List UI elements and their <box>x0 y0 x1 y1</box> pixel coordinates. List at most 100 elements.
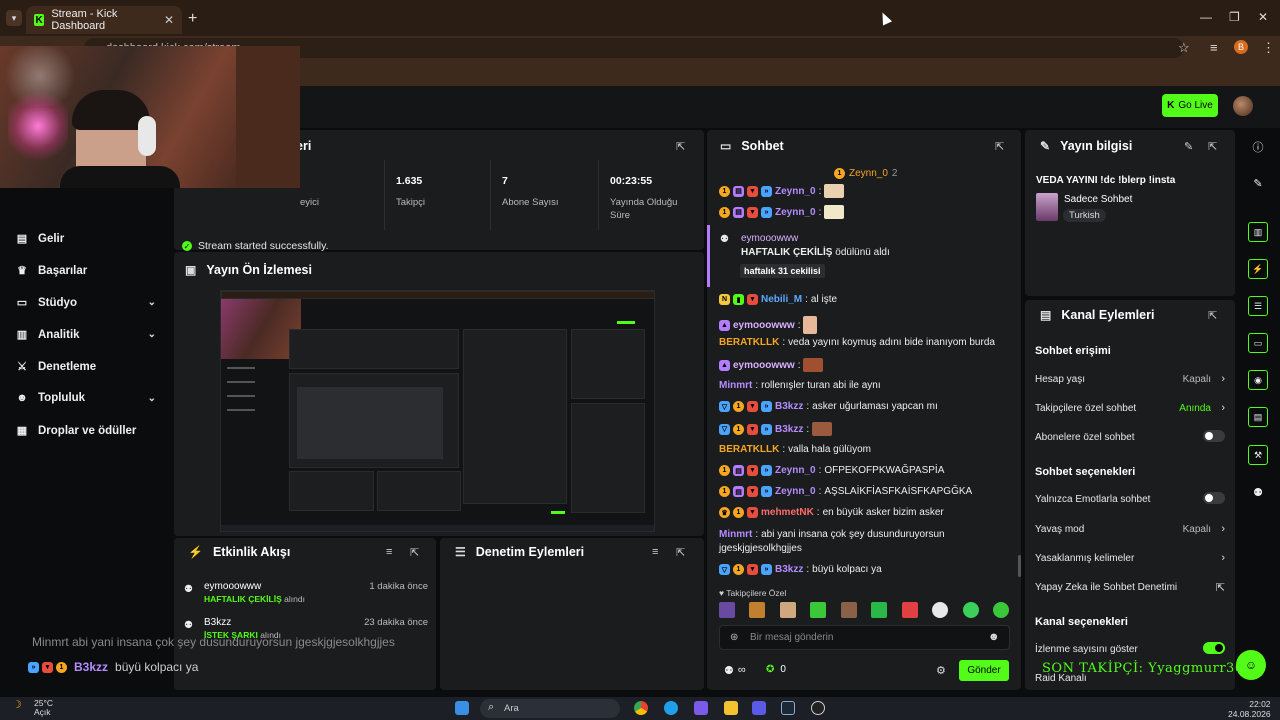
nav-item-community[interactable]: ☻ Topluluk ⌄ <box>16 392 156 404</box>
setting-followers-chat[interactable]: Takipçilere özel sohbet Anında › <box>1035 402 1225 414</box>
chat-username[interactable]: eymooowww <box>733 360 795 371</box>
popout-icon[interactable]: ⇱ <box>1208 309 1217 322</box>
emote-icon[interactable] <box>901 602 918 618</box>
teams-icon[interactable] <box>752 701 766 715</box>
nav-item-analytics[interactable]: ▥ Analitik ⌄ <box>16 328 156 342</box>
chat-input[interactable]: Bir mesaj gönderin <box>719 625 1010 650</box>
media-icon[interactable]: ≡ <box>1210 40 1218 55</box>
user-avatar[interactable] <box>1233 96 1253 116</box>
chat-username[interactable]: eymooowww <box>733 320 795 331</box>
nav-item-revenue[interactable]: ▤ Gelir <box>16 232 156 246</box>
minimize-icon[interactable]: — <box>1200 10 1212 24</box>
chat-username[interactable]: BERATKLLK <box>719 444 779 455</box>
stream-category[interactable]: Sadece Sohbet <box>1064 194 1132 205</box>
chat-scrollbar[interactable] <box>1018 555 1021 577</box>
nav-item-studio[interactable]: ▭ Stüdyo ⌄ <box>16 296 156 310</box>
nav-item-drops[interactable]: ▦ Droplar ve ödüller <box>16 424 156 438</box>
chat-username[interactable]: Zeynn_0 <box>775 486 816 497</box>
setting-show-viewers[interactable]: İzlenme sayısını göster <box>1035 642 1225 655</box>
emote-icon[interactable] <box>932 602 949 618</box>
popout-icon[interactable]: ⇱ <box>1208 140 1217 153</box>
emote-icon[interactable] <box>749 602 766 618</box>
support-chat-icon[interactable]: ☺ <box>1236 650 1266 680</box>
emote-icon[interactable] <box>871 602 888 618</box>
stream-tag[interactable]: Turkish <box>1063 209 1106 222</box>
show-viewers-toggle[interactable] <box>1203 642 1225 654</box>
taskbar-search[interactable]: Ara <box>480 699 620 718</box>
stats-widget-icon[interactable]: ▥ <box>1248 222 1268 242</box>
chat-username[interactable]: B3kzz <box>775 401 803 412</box>
subs-chat-toggle[interactable] <box>1203 430 1225 442</box>
steam-icon[interactable] <box>781 701 795 715</box>
edit-icon[interactable]: ✎ <box>1184 140 1193 153</box>
emote-icon[interactable] <box>962 602 979 618</box>
chat-username[interactable]: Zeynn_0 <box>775 465 816 476</box>
new-tab-icon[interactable]: + <box>188 10 197 28</box>
emote-icon[interactable] <box>779 602 796 618</box>
setting-emote-only[interactable]: Yalnızca Emotlarla sohbet <box>1035 492 1225 505</box>
kicks-balance[interactable]: ✪ 0 <box>766 664 786 675</box>
pinned-gifter[interactable]: 1 Zeynn_0 2 <box>834 168 897 179</box>
chat-settings-icon[interactable]: ⊛ <box>730 632 738 643</box>
browser-menu-icon[interactable]: ⋮ <box>1262 40 1275 56</box>
chat-widget-icon[interactable]: ▭ <box>1248 333 1268 353</box>
chat-username[interactable]: mehmetNK <box>761 507 814 518</box>
filter-icon[interactable]: ≡ <box>386 546 392 558</box>
close-window-icon[interactable]: ✕ <box>1258 10 1268 24</box>
emote-icon[interactable] <box>840 602 857 618</box>
chat-username[interactable]: B3kzz <box>775 564 803 575</box>
edit-icon[interactable]: ✎ <box>1250 177 1266 190</box>
chat-username[interactable]: Nebili_M <box>761 294 802 305</box>
emote-icon[interactable] <box>992 602 1009 618</box>
go-live-button[interactable]: K Go Live <box>1162 94 1218 117</box>
chat-username[interactable]: BERATKLLK <box>719 337 779 348</box>
chrome-icon[interactable] <box>634 701 648 715</box>
bookmark-star-icon[interactable]: ☆ <box>1178 40 1190 56</box>
nav-item-achievements[interactable]: ♛ Başarılar <box>16 264 156 278</box>
setting-account-age[interactable]: Hesap yaşı Kapalı › <box>1035 373 1225 385</box>
copilot-icon[interactable] <box>694 701 708 715</box>
chat-username[interactable]: B3kzz <box>775 424 803 435</box>
setting-banned-words[interactable]: Yasaklanmış kelimeler › <box>1035 552 1225 564</box>
emote-only-toggle[interactable] <box>1203 492 1225 504</box>
filter-icon[interactable]: ≡ <box>652 546 658 558</box>
windows-start-icon[interactable] <box>455 701 469 715</box>
popout-icon[interactable]: ⇱ <box>676 546 685 559</box>
tab-list-icon[interactable]: ▾ <box>6 10 22 26</box>
actions-widget-icon[interactable]: ▤ <box>1248 407 1268 427</box>
bolt-widget-icon[interactable]: ⚡ <box>1248 259 1268 279</box>
community-widget-icon[interactable]: ⚉ <box>1250 486 1266 499</box>
browser-profile-avatar[interactable]: B <box>1234 40 1248 54</box>
broadcast-widget-icon[interactable]: ◉ <box>1248 370 1268 390</box>
popout-icon[interactable]: ⇱ <box>410 546 419 559</box>
nav-item-moderation[interactable]: ⚔ Denetleme <box>16 360 156 374</box>
close-tab-icon[interactable]: ✕ <box>164 13 174 27</box>
chat-username[interactable]: Zeynn_0 <box>775 186 816 197</box>
chat-username[interactable]: Zeynn_0 <box>775 207 816 218</box>
wrench-widget-icon[interactable]: ⚒ <box>1248 445 1268 465</box>
chat-username[interactable]: Minmrt <box>719 529 752 540</box>
maximize-icon[interactable]: ❐ <box>1229 10 1240 24</box>
obs-icon[interactable] <box>811 701 825 715</box>
emoji-icon[interactable]: ☻ <box>988 631 1000 643</box>
emote-icon[interactable] <box>810 602 827 618</box>
stream-preview[interactable] <box>220 290 655 532</box>
list-widget-icon[interactable]: ☰ <box>1248 296 1268 316</box>
setting-subs-chat[interactable]: Abonelere özel sohbet <box>1035 430 1225 443</box>
channel-points[interactable]: ⚉ ∞ <box>724 664 746 677</box>
popout-icon[interactable]: ⇱ <box>676 140 685 153</box>
chat-username[interactable]: Minmrt <box>719 380 752 391</box>
gear-icon[interactable]: ⚙ <box>936 664 946 677</box>
emote-icon[interactable] <box>719 602 735 618</box>
popout-icon[interactable]: ⇱ <box>995 140 1004 153</box>
browser-tab[interactable]: K Stream - Kick Dashboard ✕ <box>26 6 182 34</box>
taskbar-clock[interactable]: 22:02 24.08.2026 <box>1228 699 1271 719</box>
info-icon[interactable]: ⓘ <box>1250 139 1266 155</box>
setting-slow-mode[interactable]: Yavaş mod Kapalı › <box>1035 523 1225 535</box>
setting-ai-moderation[interactable]: Yapay Zeka ile Sohbet Denetimi ⇱ <box>1035 582 1225 594</box>
send-button[interactable]: Gönder <box>959 660 1009 681</box>
explorer-icon[interactable] <box>724 701 738 715</box>
edge-icon[interactable] <box>664 701 678 715</box>
reward-user[interactable]: eymooowww <box>741 233 798 244</box>
weather-widget[interactable]: ☽ 25°C Açık <box>12 699 53 717</box>
